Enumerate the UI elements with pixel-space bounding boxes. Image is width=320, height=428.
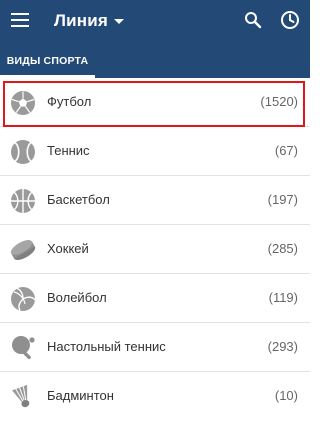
menu-button[interactable]: [8, 8, 32, 32]
list-item-badminton[interactable]: Бадминтон (10): [0, 372, 310, 421]
sport-name: Футбол: [47, 94, 92, 109]
list-item-tennis[interactable]: Теннис (67): [0, 127, 310, 176]
list-item-basketball[interactable]: Баскетбол (197): [0, 176, 310, 225]
hockey-puck-icon: [10, 240, 36, 260]
soccer-ball-icon: [11, 91, 35, 115]
list-item-table-tennis[interactable]: Настольный теннис (293): [0, 323, 310, 372]
line-selector[interactable]: Линия: [54, 9, 125, 33]
sports-list: Футбол (1520) Теннис (67) Баскетбол (197…: [0, 78, 310, 421]
sport-name: Теннис: [47, 143, 90, 158]
list-item-volleyball[interactable]: Волейбол (119): [0, 274, 310, 323]
event-count: (1520): [260, 94, 298, 109]
list-item-hockey[interactable]: Хоккей (285): [0, 225, 310, 274]
sport-name: Баскетбол: [47, 192, 110, 207]
sport-name: Хоккей: [47, 241, 89, 256]
tab-bar: ВИДЫ СПОРТА: [0, 44, 310, 78]
event-count: (293): [267, 339, 298, 354]
history-button[interactable]: [278, 8, 302, 32]
sport-name: Настольный теннис: [47, 339, 166, 354]
menu-icon: [11, 13, 29, 27]
shuttlecock-icon: [12, 384, 30, 408]
top-app-bar: Линия: [0, 0, 310, 44]
sport-name: Бадминтон: [47, 388, 114, 403]
search-icon: [245, 12, 262, 29]
dropdown-caret-icon: [114, 18, 125, 24]
search-button[interactable]: [241, 8, 265, 32]
event-count: (285): [267, 241, 298, 256]
list-item-football[interactable]: Футбол (1520): [0, 78, 310, 127]
event-count: (119): [268, 290, 298, 305]
app-root: Линия ВИДЫ СПОРТА Футбол (1520) Теннис (…: [0, 0, 310, 428]
event-count: (10): [274, 388, 298, 403]
event-count: (197): [267, 192, 298, 207]
volleyball-icon: [11, 287, 36, 311]
tab-sports-label: ВИДЫ СПОРТА: [6, 55, 89, 67]
table-tennis-icon: [12, 336, 35, 360]
sport-name: Волейбол: [47, 290, 107, 305]
page-title: Линия: [54, 11, 109, 30]
tab-sports[interactable]: ВИДЫ СПОРТА: [0, 44, 95, 78]
event-count: (67): [274, 143, 298, 158]
basketball-icon: [11, 189, 35, 213]
clock-icon: [281, 11, 299, 29]
tennis-ball-icon: [11, 140, 35, 164]
